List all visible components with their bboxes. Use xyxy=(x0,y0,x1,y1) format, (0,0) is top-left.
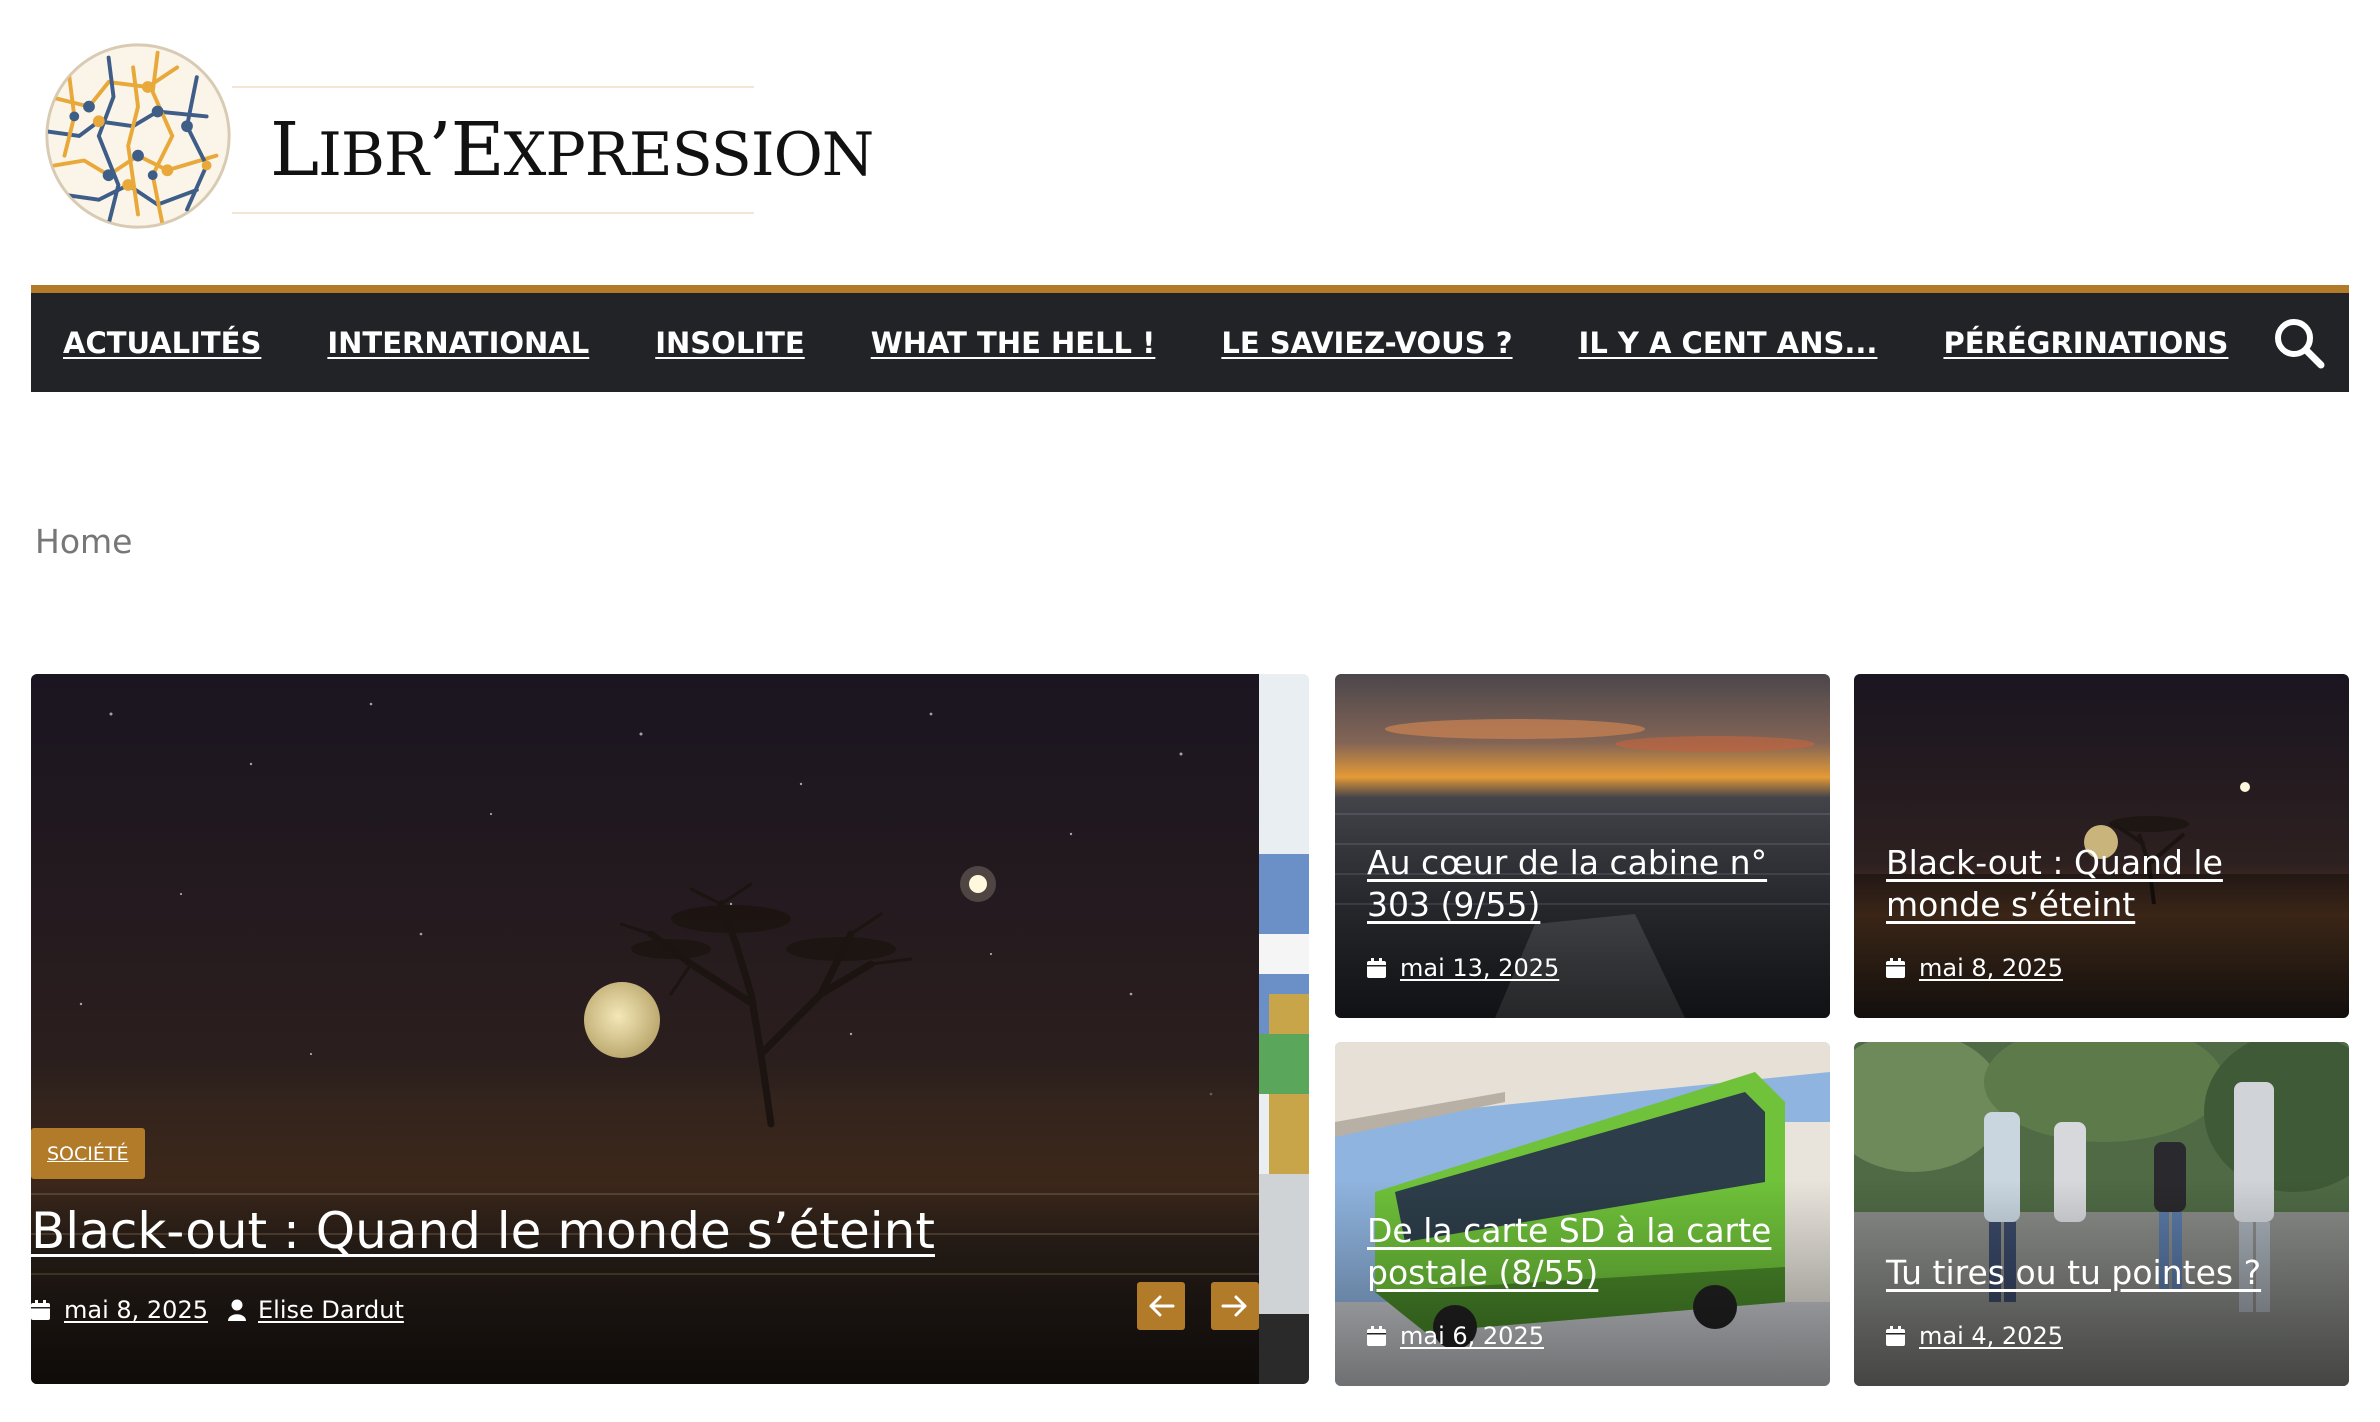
slide-title[interactable]: Black-out : Quand le monde s’éteint xyxy=(31,1202,935,1260)
logo-wordmark: LIBR’EXPRESSION xyxy=(232,86,874,214)
card-date[interactable]: mai 8, 2025 xyxy=(1919,954,2063,982)
breadcrumb: Home xyxy=(35,522,132,561)
slider-prev-button[interactable] xyxy=(1137,1282,1185,1330)
article-card[interactable]: Au cœur de la cabine n° 303 (9/55) mai 1… xyxy=(1335,674,1830,1018)
card-title[interactable]: Tu tires ou tu pointes ? xyxy=(1886,1252,2329,1294)
breadcrumb-home[interactable]: Home xyxy=(35,522,132,561)
slide-author[interactable]: Elise Dardut xyxy=(258,1296,404,1324)
card-date[interactable]: mai 4, 2025 xyxy=(1919,1322,2063,1350)
nav-item-il-y-a-cent-ans[interactable]: IL Y A CENT ANS... xyxy=(1579,326,1878,360)
article-card[interactable]: Black-out : Quand le monde s’éteint mai … xyxy=(1854,674,2349,1018)
arrow-left-icon xyxy=(1149,1295,1175,1317)
calendar-icon xyxy=(1886,958,1905,978)
article-card[interactable]: De la carte SD à la carte postale (8/55)… xyxy=(1335,1042,1830,1386)
arrow-right-icon xyxy=(1221,1295,1247,1317)
card-title[interactable]: Au cœur de la cabine n° 303 (9/55) xyxy=(1367,842,1810,926)
main-navigation: ACTUALITÉS INTERNATIONAL INSOLITE WHAT T… xyxy=(31,285,2349,392)
card-title[interactable]: Black-out : Quand le monde s’éteint xyxy=(1886,842,2329,926)
nav-item-le-saviez-vous[interactable]: LE SAVIEZ-VOUS ? xyxy=(1221,326,1512,360)
calendar-icon xyxy=(31,1300,50,1320)
site-logo[interactable]: LIBR’EXPRESSION xyxy=(40,36,874,236)
globe-logo-icon xyxy=(45,43,231,229)
next-slide-image xyxy=(1259,674,1309,1384)
nav-item-what-the-hell[interactable]: WHAT THE HELL ! xyxy=(871,326,1156,360)
search-icon[interactable] xyxy=(2273,317,2325,369)
next-slide-peek[interactable] xyxy=(1259,674,1309,1384)
card-date[interactable]: mai 6, 2025 xyxy=(1400,1322,1544,1350)
calendar-icon xyxy=(1886,1326,1905,1346)
card-date[interactable]: mai 13, 2025 xyxy=(1400,954,1559,982)
card-meta: mai 8, 2025 xyxy=(1886,954,2063,982)
calendar-icon xyxy=(1367,958,1386,978)
nav-menu: ACTUALITÉS INTERNATIONAL INSOLITE WHAT T… xyxy=(63,293,2228,392)
category-badge[interactable]: SOCIÉTÉ xyxy=(31,1128,145,1179)
nav-item-peregrinations[interactable]: PÉRÉGRINATIONS xyxy=(1943,326,2228,360)
card-meta: mai 4, 2025 xyxy=(1886,1322,2063,1350)
slide-image[interactable] xyxy=(31,674,1259,1384)
logo-text: LIBR’EXPRESSION xyxy=(270,107,874,193)
calendar-icon xyxy=(1367,1326,1386,1346)
nav-item-international[interactable]: INTERNATIONAL xyxy=(327,326,589,360)
slide-meta: mai 8, 2025 Elise Dardut xyxy=(31,1296,404,1324)
slide-date[interactable]: mai 8, 2025 xyxy=(64,1296,208,1324)
article-card[interactable]: Tu tires ou tu pointes ? mai 4, 2025 xyxy=(1854,1042,2349,1386)
card-title[interactable]: De la carte SD à la carte postale (8/55) xyxy=(1367,1210,1810,1294)
nav-item-insolite[interactable]: INSOLITE xyxy=(655,326,804,360)
slider-next-button[interactable] xyxy=(1211,1282,1259,1330)
card-meta: mai 13, 2025 xyxy=(1367,954,1559,982)
featured-slider: SOCIÉTÉ Black-out : Quand le monde s’éte… xyxy=(31,674,1259,1384)
card-meta: mai 6, 2025 xyxy=(1367,1322,1544,1350)
nav-item-actualites[interactable]: ACTUALITÉS xyxy=(63,326,261,360)
user-icon xyxy=(228,1299,246,1321)
